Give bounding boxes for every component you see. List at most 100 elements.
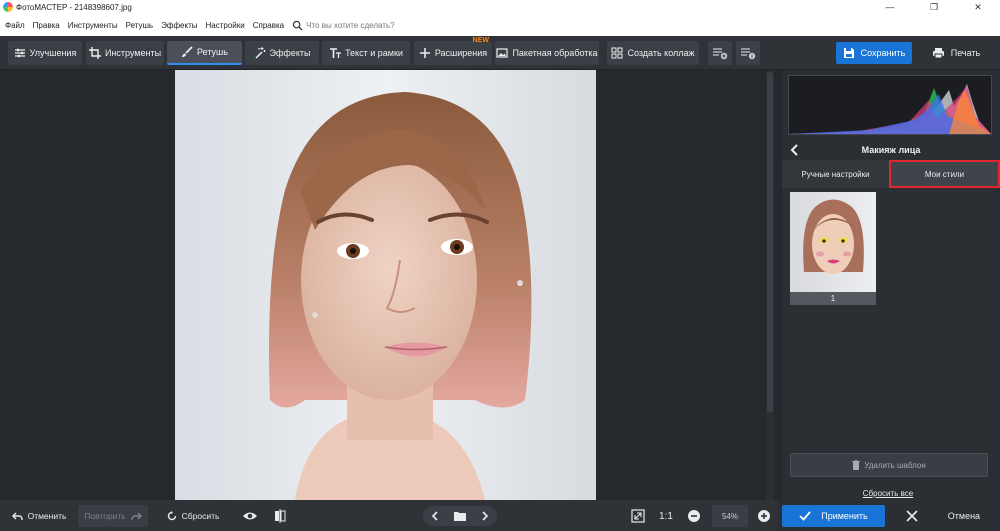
tab-text-frames[interactable]: Текст и рамки [322, 41, 410, 65]
zoom-level[interactable]: 54% [712, 505, 748, 527]
undo-button[interactable]: Отменить [6, 505, 72, 527]
image-stack-icon [496, 48, 509, 58]
reset-all-link[interactable]: Сбросить все [782, 489, 994, 498]
menu-retouch[interactable]: Ретушь [122, 21, 158, 30]
zoom-in-button[interactable] [754, 505, 774, 527]
tab-label: Эффекты [269, 48, 311, 58]
folder-icon[interactable] [453, 511, 466, 521]
undo-icon [11, 512, 23, 520]
crop-icon [88, 47, 101, 59]
actual-size-button[interactable]: 1:1 [655, 505, 677, 527]
apply-label: Применить [821, 511, 868, 521]
subtab-my-styles[interactable]: Мои стили [889, 160, 1000, 188]
preset-info-button[interactable] [736, 41, 760, 65]
tab-label: Расширения [434, 48, 488, 58]
vertical-scrollbar[interactable] [766, 70, 774, 500]
style-card[interactable]: 1 [790, 192, 876, 305]
menu-tools[interactable]: Инструменты [64, 21, 122, 30]
tab-tools[interactable]: Инструменты [86, 41, 164, 65]
tab-label: Улучшения [29, 48, 77, 58]
menu-file[interactable]: Файл [0, 21, 29, 30]
menu-edit[interactable]: Правка [29, 21, 64, 30]
histogram [788, 75, 992, 135]
sliders-info-icon [741, 48, 756, 60]
portrait-photo [175, 70, 596, 500]
bottom-bar: Отменить Повторить Сбросить 1:1 54% [0, 500, 777, 531]
grid-icon [611, 47, 623, 59]
apply-button[interactable]: Применить [782, 505, 885, 527]
tab-create-collage[interactable]: Создать коллаж [607, 41, 699, 65]
cancel-button[interactable]: Отмена [891, 505, 995, 527]
floppy-disk-icon [843, 48, 854, 58]
sliders-icon [14, 48, 25, 58]
text-icon [330, 48, 342, 58]
menu-help[interactable]: Справка [249, 21, 288, 30]
printer-icon [932, 48, 944, 59]
tab-retouch[interactable]: Ретушь [167, 41, 242, 65]
panel-title: Макияж лица [861, 145, 921, 155]
add-preset-button[interactable] [708, 41, 732, 65]
main-toolbar: Улучшения Инструменты Ретушь Эффекты Тек… [0, 36, 1000, 70]
tab-batch-processing[interactable]: Пакетная обработка [495, 41, 599, 65]
plus-icon [419, 48, 430, 58]
fullscreen-icon [631, 509, 645, 523]
save-label: Сохранить [860, 48, 906, 58]
redo-button[interactable]: Повторить [78, 505, 148, 527]
checkmark-icon [799, 511, 811, 521]
next-image-icon[interactable] [481, 511, 489, 521]
tab-improvements[interactable]: Улучшения [8, 41, 82, 65]
zoom-in-icon [758, 510, 770, 522]
back-arrow-icon[interactable] [788, 143, 802, 157]
minimize-button[interactable]: — [868, 0, 912, 14]
redo-icon [131, 512, 142, 520]
image-canvas[interactable] [0, 70, 777, 500]
undo-label: Отменить [27, 511, 67, 521]
search-icon [292, 20, 303, 31]
tab-label: Инструменты [104, 48, 162, 58]
tab-label: Создать коллаж [627, 48, 695, 58]
tab-extensions[interactable]: Расширения NEW [414, 37, 492, 65]
image-navigation [423, 506, 497, 526]
print-button[interactable]: Печать [918, 42, 994, 64]
new-badge: NEW [472, 37, 489, 44]
delete-template-label: Удалить шаблон [864, 460, 926, 470]
close-window-button[interactable]: ✕ [956, 0, 1000, 14]
woman-portrait-image [269, 92, 532, 500]
reset-button[interactable]: Сбросить [162, 505, 224, 527]
preview-toggle-button[interactable] [236, 505, 264, 527]
zoom-out-button[interactable] [684, 505, 704, 527]
print-label: Печать [950, 48, 981, 58]
menu-bar: Файл Правка Инструменты Ретушь Эффекты Н… [0, 14, 1000, 36]
brush-icon [182, 46, 193, 57]
title-bar: ФотоМАСТЕР - 2148398607.jpg — ❐ ✕ [0, 0, 1000, 14]
zoom-out-icon [688, 510, 700, 522]
subtab-manual-settings[interactable]: Ручные настройки [782, 160, 889, 188]
trash-icon [852, 460, 861, 470]
style-thumbnail [790, 192, 876, 292]
fit-to-screen-button[interactable] [628, 505, 648, 527]
maximize-button[interactable]: ❐ [912, 0, 956, 14]
panel-subtabs: Ручные настройки Мои стили [782, 160, 1000, 188]
right-panel: Макияж лица Ручные настройки Мои стили 1… [782, 70, 1000, 531]
previous-image-icon[interactable] [431, 511, 439, 521]
delete-template-button[interactable]: Удалить шаблон [790, 453, 988, 477]
panel-header: Макияж лица [782, 140, 1000, 160]
reset-label: Сбросить [181, 511, 220, 521]
tab-label: Ретушь [197, 47, 228, 57]
style-number: 1 [790, 292, 876, 305]
tab-effects[interactable]: Эффекты [245, 41, 319, 65]
makeup-preview-image [803, 199, 864, 274]
compare-button[interactable] [268, 505, 292, 527]
histogram-graph [789, 84, 991, 134]
app-logo-icon [3, 2, 13, 12]
menu-effects[interactable]: Эффекты [157, 21, 201, 30]
scrollbar-thumb[interactable] [767, 72, 773, 412]
tab-label: Текст и рамки [345, 48, 403, 58]
close-icon [906, 510, 918, 522]
search-input[interactable] [306, 20, 457, 30]
save-button[interactable]: Сохранить [836, 42, 912, 64]
window-title: ФотоМАСТЕР - 2148398607.jpg [16, 2, 132, 12]
menu-settings[interactable]: Настройки [201, 21, 248, 30]
window-controls: — ❐ ✕ [868, 0, 1000, 14]
cancel-label: Отмена [947, 511, 981, 521]
